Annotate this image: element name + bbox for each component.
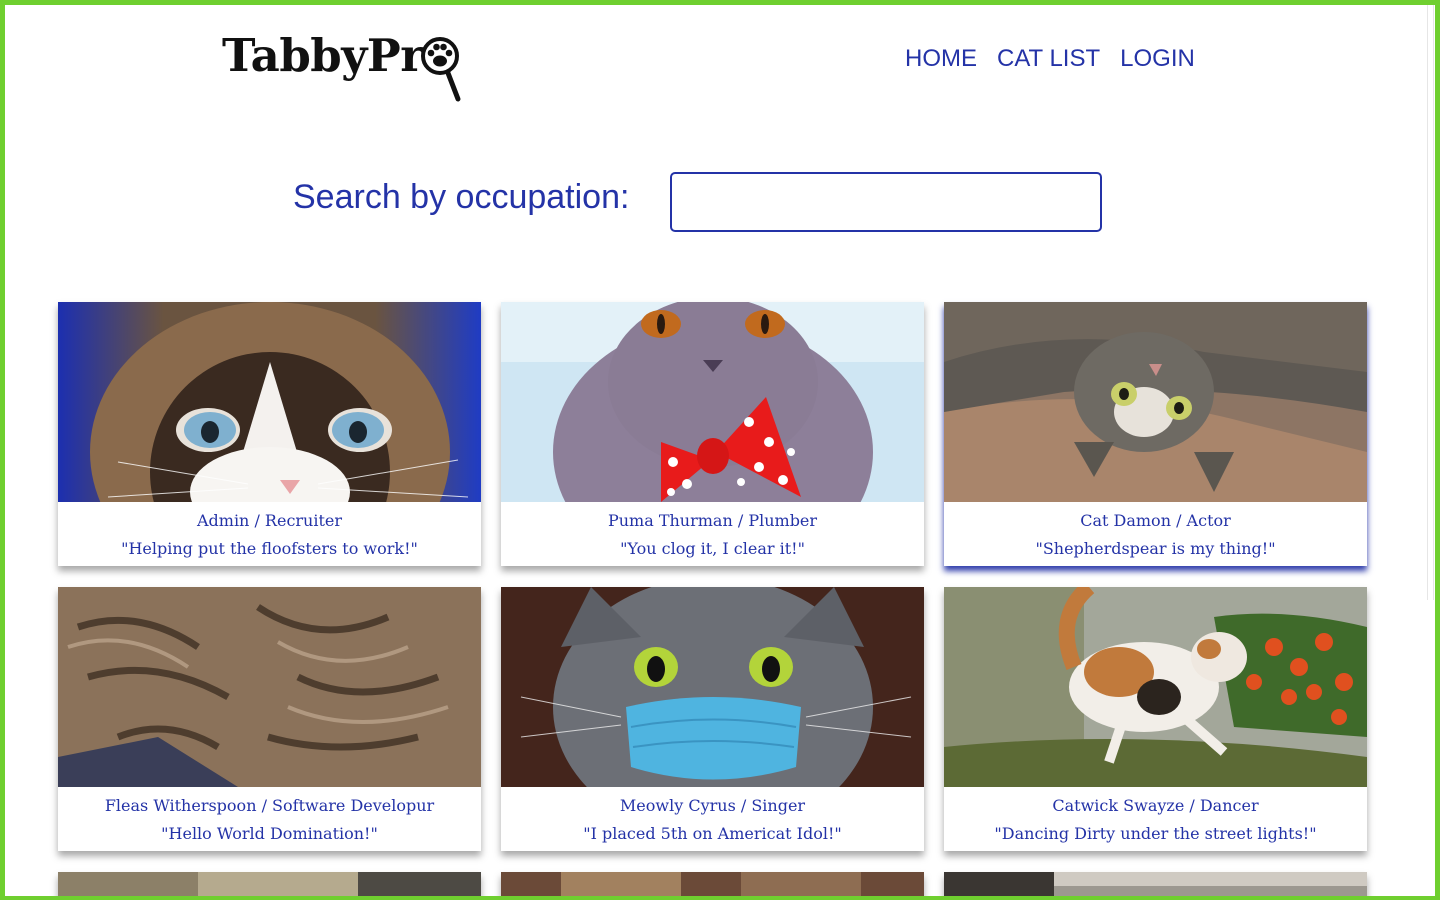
brand-name: TabbyPr	[222, 29, 424, 82]
search-label: Search by occupation:	[293, 178, 630, 216]
cat-photo	[501, 872, 924, 900]
nav-cat-list[interactable]: CAT LIST	[997, 45, 1100, 73]
card-name-role: Fleas Witherspoon / Software Developur	[104, 796, 435, 815]
card-quote: "Dancing Dirty under the street lights!"	[994, 824, 1317, 843]
cat-card[interactable]	[58, 872, 481, 900]
cat-card[interactable]: Admin / Recruiter "Helping put the floof…	[58, 302, 481, 566]
card-caption: Admin / Recruiter "Helping put the floof…	[58, 502, 481, 563]
top-nav: HOME CAT LIST LOGIN	[905, 45, 1195, 73]
card-quote: "Helping put the floofsters to work!"	[121, 539, 418, 558]
cat-photo	[944, 872, 1367, 900]
card-quote: "Shepherdspear is my thing!"	[1035, 539, 1276, 558]
cat-card[interactable]: Cat Damon / Actor "Shepherdspear is my t…	[944, 302, 1367, 566]
card-caption: Catwick Swayze / Dancer "Dancing Dirty u…	[944, 787, 1367, 848]
cat-card[interactable]: Meowly Cyrus / Singer "I placed 5th on A…	[501, 587, 924, 851]
cat-photo	[501, 302, 924, 502]
card-caption: Cat Damon / Actor "Shepherdspear is my t…	[944, 502, 1367, 563]
card-caption: Meowly Cyrus / Singer "I placed 5th on A…	[501, 787, 924, 848]
card-caption: Puma Thurman / Plumber "You clog it, I c…	[501, 502, 924, 563]
card-quote: "You clog it, I clear it!"	[620, 539, 805, 558]
nav-login[interactable]: LOGIN	[1120, 45, 1195, 73]
cat-photo	[944, 587, 1367, 787]
scrollbar[interactable]	[1426, 5, 1435, 600]
card-name-role: Meowly Cyrus / Singer	[619, 796, 806, 815]
paw-magnifier-icon	[421, 37, 461, 102]
card-name-role: Admin / Recruiter	[196, 511, 343, 530]
card-name-role: Cat Damon / Actor	[1080, 511, 1231, 530]
cat-card[interactable]: Fleas Witherspoon / Software Developur "…	[58, 587, 481, 851]
cat-card[interactable]: Puma Thurman / Plumber "You clog it, I c…	[501, 302, 924, 566]
cat-card[interactable]	[501, 872, 924, 900]
nav-home[interactable]: HOME	[905, 45, 977, 73]
cat-photo	[501, 587, 924, 787]
cat-photo	[944, 302, 1367, 502]
cat-photo	[58, 872, 481, 900]
card-quote: "Hello World Domination!"	[161, 824, 378, 843]
card-quote: "I placed 5th on Americat Idol!"	[583, 824, 842, 843]
cat-photo	[58, 302, 481, 502]
card-name-role: Catwick Swayze / Dancer	[1052, 796, 1259, 815]
brand-logo[interactable]: TabbyPr	[222, 30, 464, 102]
cat-card[interactable]	[944, 872, 1367, 900]
card-caption: Fleas Witherspoon / Software Developur "…	[58, 787, 481, 848]
occupation-search-input[interactable]	[670, 172, 1102, 232]
card-name-role: Puma Thurman / Plumber	[607, 511, 818, 530]
cat-card[interactable]: Catwick Swayze / Dancer "Dancing Dirty u…	[944, 587, 1367, 851]
scrollbar-thumb[interactable]	[1427, 5, 1434, 600]
cat-photo	[58, 587, 481, 787]
